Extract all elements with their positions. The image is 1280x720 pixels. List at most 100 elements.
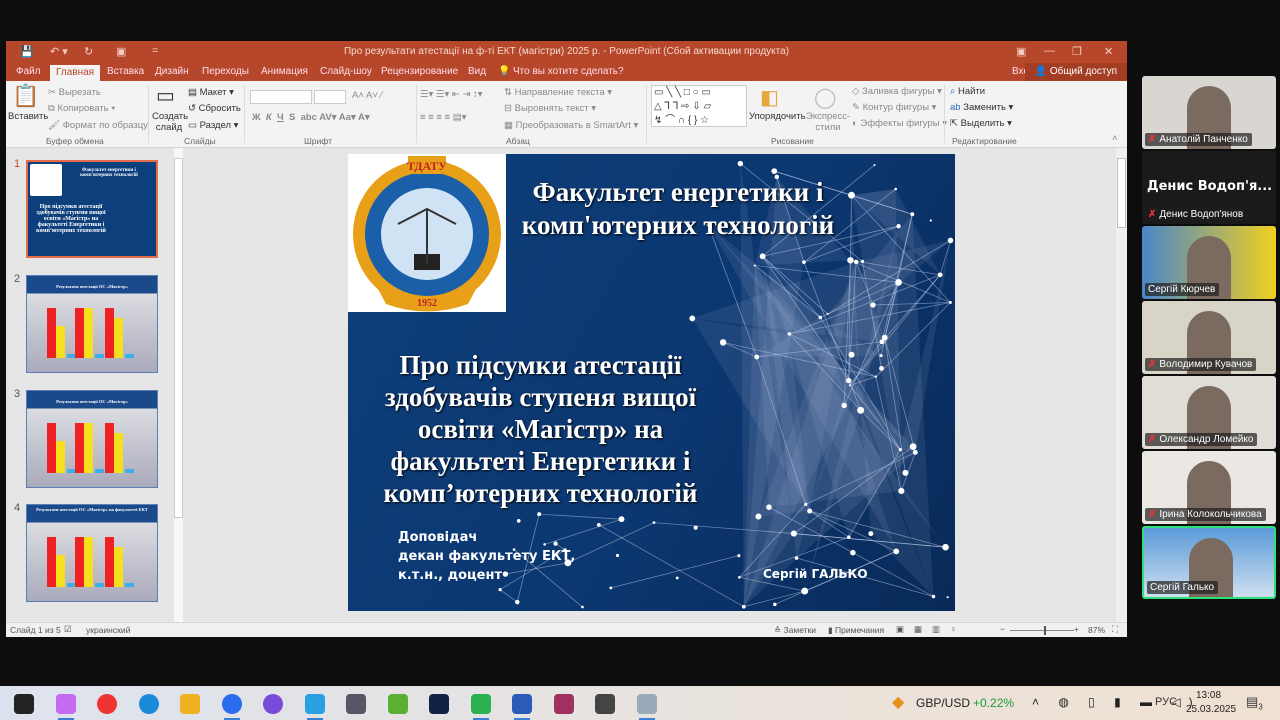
tab-review[interactable]: Рецензирование xyxy=(381,66,458,77)
smartart-button[interactable]: ▦ Преобразовать в SmartArt ▾ xyxy=(504,120,638,131)
paste-button[interactable]: Вставить xyxy=(8,111,48,122)
photos-icon[interactable] xyxy=(636,694,657,714)
ribbon-display-icon[interactable]: ▣ xyxy=(1016,45,1026,58)
share-button[interactable]: 👤 Общий доступ xyxy=(1024,63,1127,81)
fit-slide-icon[interactable]: ⛶ xyxy=(1112,624,1118,635)
notifications-icon[interactable]: ▤3 xyxy=(1246,694,1263,712)
zoom-out-button[interactable]: − xyxy=(1000,624,1005,634)
ticker-icon: ◆ xyxy=(892,694,905,711)
thumbnails-scrollbar[interactable] xyxy=(174,148,183,622)
new-slide-icon[interactable]: ▭ xyxy=(156,83,175,108)
tab-home[interactable]: Главная xyxy=(50,65,101,81)
font-name-input[interactable] xyxy=(250,90,312,104)
vpn-icon[interactable] xyxy=(429,694,449,714)
collapse-ribbon-icon[interactable]: ˄ xyxy=(1112,133,1118,144)
shapes-gallery[interactable]: ▭ ╲ ╲ □ ○ ▭ △ ⅂ ⅂ ⇨ ⇩ ▱ ↯ ⌒ ∩ { } ☆ xyxy=(651,85,747,127)
calendar-icon[interactable] xyxy=(595,694,615,714)
list-buttons[interactable]: ☰▾ ☰▾ ⇤ ⇥ ↕▾ xyxy=(420,89,483,100)
chrome-icon[interactable] xyxy=(97,694,117,714)
clock-date[interactable]: 25.03.2025 xyxy=(1186,704,1236,715)
participant-tile[interactable]: Сергій Кюрчев xyxy=(1142,226,1276,299)
tab-view[interactable]: Вид xyxy=(468,66,486,77)
utorrent-icon[interactable] xyxy=(387,694,408,714)
font-grow-icon[interactable]: A˄ A˅ ⁄ xyxy=(352,90,382,101)
copy-button[interactable]: ⧉ Копировать ▾ xyxy=(48,103,115,114)
participant-tile[interactable]: Сергій Галько xyxy=(1142,526,1276,599)
comments-button[interactable]: ▮ Примечания xyxy=(828,625,884,636)
participant-tile[interactable]: ✗ Анатолій Панченко xyxy=(1142,76,1276,149)
whatsapp-icon[interactable] xyxy=(470,694,491,714)
ticker-label[interactable]: GBP/USD xyxy=(916,696,970,710)
spellcheck-icon[interactable]: ☑ xyxy=(64,624,72,635)
font-format-buttons[interactable]: Ж К Ч S abc AV▾ Aa▾ A▾ xyxy=(252,112,370,123)
network-node xyxy=(741,604,746,609)
layout-button[interactable]: ▤ Макет ▾ xyxy=(188,87,234,98)
restore-button[interactable]: ❐ xyxy=(1072,45,1082,58)
tab-animations[interactable]: Анимация xyxy=(261,66,308,77)
group-slides: Слайды xyxy=(184,136,216,146)
quick-styles-icon[interactable]: ◯ xyxy=(814,85,836,110)
word-icon[interactable] xyxy=(512,694,532,714)
thumb-bar-yellow xyxy=(56,326,65,358)
shape-fill-button[interactable]: ◇ Заливка фигуры ▾ xyxy=(852,86,942,97)
select-button[interactable]: ⇱ Выделить ▾ xyxy=(950,118,1012,129)
mic-muted-icon: ✗ xyxy=(1148,359,1157,370)
cut-button[interactable]: ✂ Вырезать xyxy=(48,87,101,98)
tab-insert[interactable]: Вставка xyxy=(107,66,144,77)
zoom-level[interactable]: 87% xyxy=(1088,625,1105,635)
shape-effects-button[interactable]: ◐ Эффекты фигуры ▾ xyxy=(852,118,947,129)
network-node xyxy=(910,212,915,217)
text-direction-button[interactable]: ⇅ Направление текста ▾ xyxy=(504,87,612,98)
align-buttons[interactable]: ≡ ≡ ≡ ≡ ▤▾ xyxy=(420,112,466,123)
slide-scrollbar[interactable] xyxy=(1116,148,1127,622)
tab-design[interactable]: Дизайн xyxy=(155,66,189,77)
notes-button[interactable]: ≙ Заметки xyxy=(774,625,816,636)
font-size-input[interactable] xyxy=(314,90,346,104)
start-icon[interactable] xyxy=(14,694,34,714)
language-indicator[interactable]: украинский xyxy=(86,625,130,635)
participant-tile[interactable]: ✗ Володимир Кувачов xyxy=(1142,301,1276,374)
zoom-in-button[interactable]: + xyxy=(1074,624,1079,634)
format-painter-button[interactable]: 🖌 Формат по образцу xyxy=(48,120,148,131)
tab-file[interactable]: Файл xyxy=(16,66,41,77)
thumbnail-slide-2[interactable]: Результати атестації ОС «Магістр» xyxy=(26,275,158,373)
close-button[interactable]: ✕ xyxy=(1104,45,1113,58)
zoom-icon[interactable] xyxy=(221,694,242,714)
shape-outline-button[interactable]: ✎ Контур фигуры ▾ xyxy=(852,102,936,113)
network-node xyxy=(807,508,813,514)
find-button[interactable]: ⌕ Найти xyxy=(950,86,985,97)
thumbnail-slide-4[interactable]: Результати атестації ОС «Магістр» на фак… xyxy=(26,504,158,602)
new-slide-button[interactable]: Создать слайд xyxy=(152,111,188,133)
participant-tile[interactable]: ✗ Олександр Ломейко xyxy=(1142,376,1276,449)
thumbnail-slide-3[interactable]: Результати атестації ОС «Магістр» xyxy=(26,390,158,488)
paste-icon[interactable]: 📋 xyxy=(12,83,39,109)
thumb-bar-yellow xyxy=(114,318,123,358)
explorer-icon[interactable] xyxy=(180,694,200,714)
reset-button[interactable]: ↺ Сбросить xyxy=(188,103,241,114)
section-button[interactable]: ▭ Раздел ▾ xyxy=(188,120,238,131)
tab-slideshow[interactable]: Слайд-шоу xyxy=(320,66,372,77)
replace-button[interactable]: ab Заменить ▾ xyxy=(950,102,1013,113)
ticker-change[interactable]: +0.22% xyxy=(973,696,1014,710)
zoom-slider[interactable] xyxy=(1010,626,1074,635)
minimize-button[interactable]: — xyxy=(1044,45,1055,57)
winrar-icon[interactable] xyxy=(553,694,574,714)
thumbnail-slide-1[interactable]: Факультет енергетики і комп'ютерних техн… xyxy=(26,160,158,258)
arrange-icon[interactable]: ◧ xyxy=(760,85,779,110)
calculator-icon[interactable] xyxy=(346,694,366,714)
arrange-button[interactable]: Упорядочить xyxy=(749,111,806,122)
tab-transitions[interactable]: Переходы xyxy=(202,66,249,77)
participant-tile[interactable]: ✗ Ірина Колокольчикова xyxy=(1142,451,1276,524)
quick-styles-button[interactable]: Экспресс-стили xyxy=(806,111,850,133)
copilot-icon[interactable] xyxy=(55,694,76,714)
participant-tile[interactable]: Денис Водоп'я... ✗ Денис Водоп'янов xyxy=(1142,151,1276,224)
view-buttons[interactable]: ▣▦▥♀ xyxy=(896,624,966,635)
language-indicator-tray[interactable]: РУС xyxy=(1155,696,1177,708)
telegram-icon[interactable] xyxy=(304,694,325,714)
slide-canvas[interactable]: ТДАТУ 1952 Факультет енергетики і комп'ю… xyxy=(348,154,955,611)
edge-icon[interactable] xyxy=(138,694,159,714)
clock-time[interactable]: 13:08 xyxy=(1196,690,1221,701)
viber-icon[interactable] xyxy=(263,694,283,714)
align-text-button[interactable]: ⊟ Выровнять текст ▾ xyxy=(504,103,596,114)
tell-me-input[interactable]: Что вы хотите сделать? xyxy=(513,66,624,77)
